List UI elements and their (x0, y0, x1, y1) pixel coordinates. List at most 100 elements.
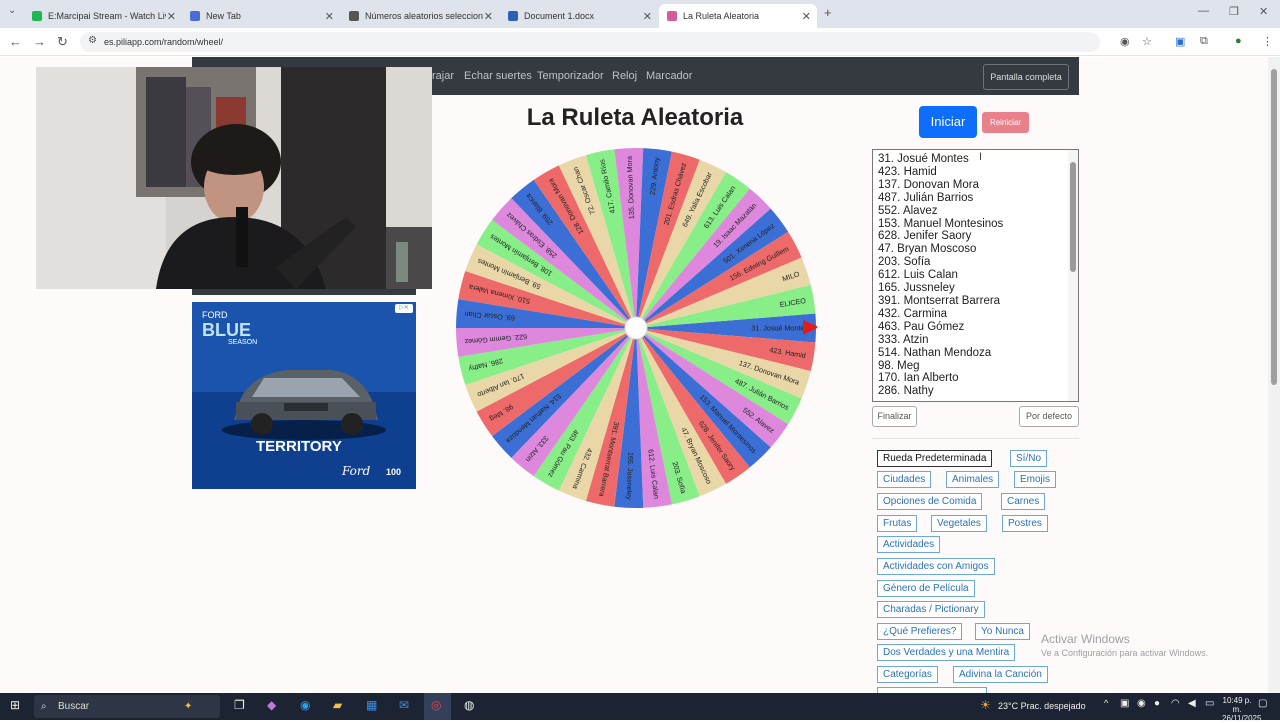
url-text: es.piliapp.com/random/wheel/ (104, 37, 224, 47)
site-info-icon[interactable]: ⚙ (88, 35, 97, 46)
extensions-icon[interactable]: ⧉ (1200, 35, 1208, 48)
scrollbar-thumb[interactable] (1070, 162, 1076, 272)
clock[interactable]: 10:49 p. m. 26/11/2025 (1222, 696, 1262, 723)
nav-link[interactable]: Echar suertes (464, 70, 532, 82)
tray-app-icon[interactable]: ◉ (1137, 698, 1146, 709)
close-icon[interactable]: ✕ (802, 10, 811, 23)
browser-menu-icon[interactable]: ⋮ (1262, 35, 1273, 48)
default-button[interactable]: Por defecto (1019, 406, 1079, 427)
minimize-icon[interactable]: — (1198, 5, 1209, 17)
name-entry: 432. Carmina (878, 307, 948, 320)
close-icon[interactable]: ✕ (484, 10, 493, 23)
start-button[interactable]: Iniciar (919, 106, 977, 138)
battery-icon[interactable]: ▭ (1205, 698, 1214, 709)
name-entry: 153. Manuel Montesinos (878, 217, 1004, 230)
file-explorer-icon[interactable]: ▰ (333, 698, 342, 712)
ford-advertisement[interactable]: FORD BLUE SEASON TERRITORY Ford 100 ▷✕ (192, 302, 416, 489)
ad-choices-icon[interactable]: ▷✕ (395, 304, 413, 313)
section-divider (872, 438, 1079, 439)
reload-icon[interactable]: ↻ (57, 34, 68, 50)
name-entry: 203. Sofía (878, 256, 931, 269)
name-entry: 98. Meg (878, 359, 920, 372)
nav-link[interactable]: rajar (432, 70, 454, 82)
name-entry: 137. Donovan Mora (878, 178, 980, 191)
sparkle-icon: ✦ (184, 701, 193, 712)
category-button[interactable]: Charadas / Pictionary (877, 601, 985, 618)
wifi-icon[interactable]: ◠ (1171, 698, 1180, 709)
bookmark-star-icon[interactable]: ☆ (1142, 35, 1152, 48)
volume-icon[interactable]: ◀ (1188, 698, 1196, 709)
category-button[interactable]: Género de Película (877, 580, 975, 597)
notifications-icon[interactable]: ▢ (1258, 698, 1267, 709)
stream-favicon-icon (32, 11, 42, 21)
close-icon[interactable]: ✕ (643, 10, 652, 23)
tab-3[interactable]: Document 1.docx ✕ (500, 4, 658, 28)
names-textarea[interactable]: 31. Josué Montes 423. Hamid 137. Donovan M… (872, 149, 1079, 402)
window-close-icon[interactable]: ✕ (1259, 5, 1268, 18)
tab-2[interactable]: Números aleatorios selecciona ✕ (341, 4, 499, 28)
name-entry: 47. Bryan Moscoso (878, 243, 977, 256)
category-button[interactable]: Postres (1002, 515, 1048, 532)
maximize-icon[interactable]: ❐ (1229, 5, 1239, 18)
category-button[interactable]: Actividades (877, 536, 941, 553)
tab-label: La Ruleta Aleatoria (683, 11, 760, 21)
fullscreen-button[interactable]: Pantalla completa (983, 64, 1069, 90)
category-button[interactable]: Carnes (1001, 493, 1046, 510)
eye-off-icon[interactable]: ◉ (1120, 35, 1130, 48)
webcam-overlay (36, 67, 432, 289)
category-button[interactable]: Yo Nunca (975, 623, 1030, 640)
word-favicon-icon (508, 11, 518, 21)
obs-icon[interactable]: ◍ (464, 698, 474, 712)
store-icon[interactable]: ▦ (366, 698, 377, 712)
category-button[interactable]: Dos Verdades y una Mentira (877, 644, 1016, 661)
category-button[interactable]: Vegetales (931, 515, 987, 532)
ad-brand-big: BLUE (202, 320, 251, 340)
tab-1[interactable]: New Tab ✕ (182, 4, 340, 28)
tray-chevron-icon[interactable]: ^ (1104, 698, 1108, 708)
edge-icon[interactable]: ◉ (300, 698, 310, 712)
taskbar-search[interactable]: ⌕ Buscar ✦ (34, 695, 220, 718)
category-button[interactable]: Opciones de Comida (877, 493, 983, 510)
microphone-icon[interactable]: ● (1154, 698, 1160, 709)
category-button[interactable]: Adivina la Canción (953, 666, 1048, 683)
url-field[interactable]: es.piliapp.com/random/wheel/ (80, 32, 1100, 52)
translate-icon[interactable]: ▣ (1175, 35, 1185, 48)
chrome-icon[interactable]: ◎ (431, 698, 441, 712)
new-tab-icon[interactable]: + (824, 5, 832, 20)
forward-icon[interactable]: → (33, 34, 46, 49)
close-icon[interactable]: ✕ (325, 10, 334, 23)
reset-button[interactable]: Reiniciar (982, 112, 1029, 133)
random-wheel[interactable]: 31. Josué Montes423. Hamid137. Donovan M… (455, 147, 817, 509)
category-button[interactable]: Ciudades (877, 471, 932, 488)
tab-4-active[interactable]: La Ruleta Aleatoria ✕ (659, 4, 817, 28)
category-button[interactable]: Emojis (1014, 471, 1057, 488)
nav-link[interactable]: Temporizador (537, 70, 604, 82)
nav-link[interactable]: Marcador (646, 70, 692, 82)
tab-0[interactable]: E:Marcipai Stream - Watch Live ✕ (24, 4, 182, 28)
finish-button[interactable]: Finalizar (872, 406, 917, 427)
tab-menu-icon[interactable]: ⌄ (8, 5, 16, 16)
newtab-favicon-icon (190, 11, 200, 21)
nav-link[interactable]: Reloj (612, 70, 637, 82)
category-button[interactable]: Sí/No (1010, 450, 1048, 467)
page-scrollbar-thumb[interactable] (1271, 69, 1277, 385)
outlook-icon[interactable]: ✉ (399, 698, 409, 712)
textarea-scrollbar[interactable] (1068, 150, 1078, 401)
profile-avatar-icon[interactable]: ● (1235, 35, 1242, 47)
category-button[interactable]: Animales (946, 471, 1000, 488)
ford-logo: Ford (342, 464, 371, 478)
task-view-icon[interactable]: ❐ (234, 698, 245, 712)
tab-label: Document 1.docx (524, 11, 595, 21)
close-icon[interactable]: ✕ (167, 10, 176, 23)
tray-app-icon[interactable]: ▣ (1120, 698, 1129, 709)
category-button[interactable]: Rueda Predeterminada (877, 450, 993, 467)
category-button[interactable]: Actividades con Amigos (877, 558, 995, 575)
clock-date: 26/11/2025 (1222, 714, 1262, 723)
copilot-icon[interactable]: ◆ (267, 698, 276, 712)
windows-start-icon[interactable]: ⊞ (10, 698, 20, 712)
category-button[interactable]: Categorías (877, 666, 938, 683)
category-button[interactable]: Frutas (877, 515, 918, 532)
category-button[interactable]: ¿Qué Prefieres? (877, 623, 963, 640)
page-scrollbar[interactable] (1268, 57, 1280, 693)
back-icon[interactable]: ← (9, 34, 22, 49)
